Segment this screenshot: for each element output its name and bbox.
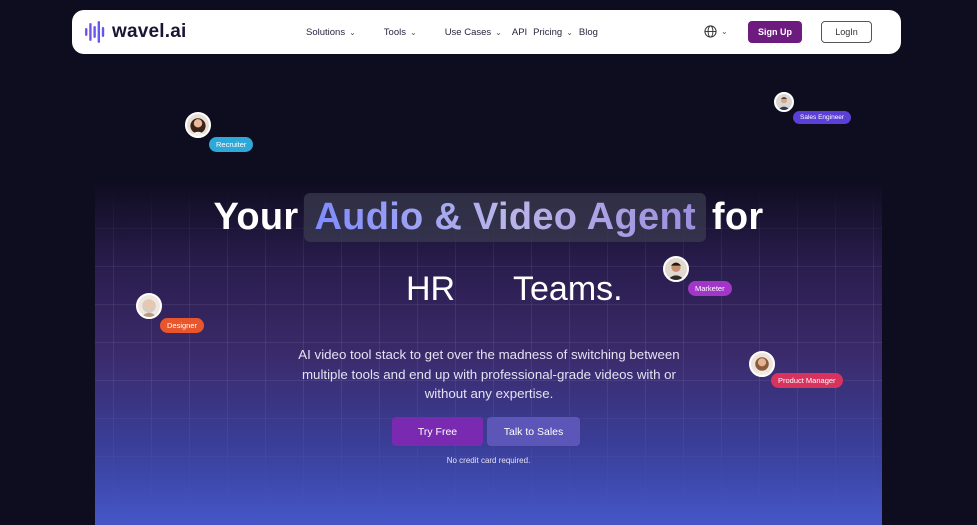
try-free-button[interactable]: Try Free xyxy=(392,417,483,446)
talk-to-sales-button[interactable]: Talk to Sales xyxy=(487,417,580,446)
chevron-down-icon: ⌄ xyxy=(349,27,356,37)
nav-item-solutions[interactable]: Solutions ⌄ xyxy=(306,27,356,38)
chevron-down-icon: ⌄ xyxy=(495,27,502,37)
signup-button[interactable]: Sign Up xyxy=(748,21,802,43)
designer-avatar-icon xyxy=(136,293,162,319)
marketer-avatar-icon xyxy=(663,256,689,282)
nav-item-tools[interactable]: Tools ⌄ xyxy=(384,27,417,38)
chevron-down-icon: ⌄ xyxy=(721,27,728,36)
nav-item-use-cases[interactable]: Use Cases ⌄ xyxy=(445,27,502,38)
product-manager-avatar-icon xyxy=(749,351,775,377)
headline-prefix: Your xyxy=(213,196,299,238)
nav-item-api[interactable]: API xyxy=(512,27,527,38)
brand-name: wavel.ai xyxy=(112,21,187,42)
persona-tag-sales-engineer: Sales Engineer xyxy=(793,111,852,124)
brand-logo[interactable]: wavel.ai xyxy=(84,20,186,44)
hero-headline: Your Audio & Video Agent for xyxy=(0,193,977,242)
persona-tag-product-manager: Product Manager xyxy=(771,373,843,388)
sales-engineer-avatar-icon xyxy=(774,92,794,112)
chevron-down-icon: ⌄ xyxy=(409,27,417,37)
language-selector[interactable]: ⌄ xyxy=(704,25,728,38)
main-menu: Solutions ⌄ Tools ⌄ Use Cases ⌄ API Pric… xyxy=(306,10,598,54)
nav-item-blog[interactable]: Blog xyxy=(579,27,598,38)
headline-teams-word: Teams. xyxy=(513,270,623,308)
persona-tag-recruiter: Recruiter xyxy=(209,137,254,152)
recruiter-avatar-icon xyxy=(185,112,211,138)
login-button[interactable]: LogIn xyxy=(821,21,872,43)
waveform-logo-icon xyxy=(85,21,105,43)
headline-highlight: Audio & Video Agent xyxy=(314,196,696,238)
no-credit-card-note: No credit card required. xyxy=(446,456,531,465)
headline-highlight-box: Audio & Video Agent xyxy=(304,193,706,242)
headline-role-word: HR xyxy=(406,270,456,308)
persona-tag-marketer: Marketer xyxy=(688,281,732,296)
chevron-down-icon: ⌄ xyxy=(566,27,573,37)
top-navbar: wavel.ai Solutions ⌄ Tools ⌄ Use Cases ⌄… xyxy=(72,10,901,54)
nav-item-pricing[interactable]: Pricing ⌄ xyxy=(533,27,573,38)
persona-tag-designer: Designer xyxy=(160,318,205,333)
headline-suffix: for xyxy=(711,196,764,238)
globe-icon xyxy=(704,25,717,38)
hero-subtitle: AI video tool stack to get over the madn… xyxy=(298,347,680,401)
